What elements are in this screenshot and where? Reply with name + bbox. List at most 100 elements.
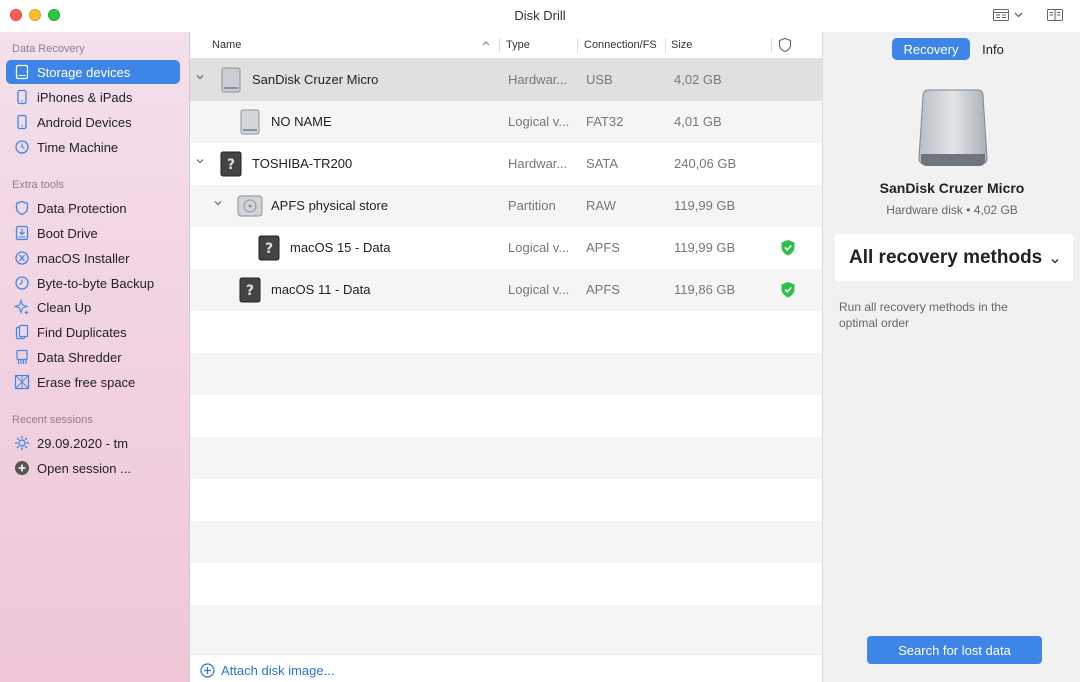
sidebar-item-label: Data Shredder (37, 349, 122, 365)
row-type: Hardwar... (508, 72, 568, 87)
protected-shield-icon (780, 281, 796, 302)
row-conn: USB (586, 72, 613, 87)
sidebar-item-android-devices[interactable]: Android Devices (6, 110, 180, 134)
row-size: 119,99 GB (674, 240, 736, 255)
selected-disk-name: SanDisk Cruzer Micro (879, 180, 1025, 196)
empty-row (190, 521, 822, 563)
protection-column-icon[interactable] (778, 37, 792, 56)
row-name: TOSHIBA-TR200 (252, 156, 353, 171)
sidebar-item-label: Data Protection (37, 200, 127, 216)
sidebar-item-storage-devices[interactable]: Storage devices (6, 60, 180, 84)
footer-divider (190, 654, 822, 655)
table-row[interactable]: ? macOS 11 - Data Logical v... APFS 119,… (190, 269, 822, 311)
sparkle-icon (14, 299, 30, 315)
sidebar-item-label: Time Machine (37, 139, 119, 155)
row-name: macOS 11 - Data (271, 282, 371, 297)
sidebar-item-find-duplicates[interactable]: Find Duplicates (6, 320, 180, 344)
empty-row (190, 437, 822, 479)
title-bar: Disk Drill (0, 0, 1080, 32)
section-data-recovery: Data Recovery (12, 43, 85, 55)
column-size[interactable]: Size (671, 39, 692, 51)
sidebar-item-label: Open session ... (37, 460, 131, 476)
details-panel: Recovery Info SanDisk Cruzer Micro Hardw… (822, 32, 1080, 682)
view-options-icon[interactable] (992, 7, 1026, 26)
row-conn: FAT32 (586, 114, 624, 129)
sidebar-item-data-protection[interactable]: Data Protection (6, 196, 180, 220)
table-row[interactable]: SanDisk Cruzer Micro Hardwar... USB 4,02… (190, 59, 822, 101)
unknown-disk-icon: ? (238, 276, 262, 307)
gear-icon (14, 435, 30, 451)
empty-row (190, 563, 822, 605)
recovery-method-select[interactable]: All recovery methods (835, 234, 1073, 281)
phone-icon (14, 114, 30, 130)
column-separator[interactable] (577, 38, 578, 53)
chevron-down-icon[interactable] (212, 197, 224, 209)
row-conn: RAW (586, 198, 616, 213)
row-size: 4,02 GB (674, 72, 722, 87)
recovery-method-value: All recovery methods (849, 246, 1043, 268)
empty-row (190, 353, 822, 395)
column-type[interactable]: Type (506, 39, 530, 51)
sidebar-item-iphones-ipads[interactable]: iPhones & iPads (6, 85, 180, 109)
unknown-disk-icon: ? (257, 234, 281, 265)
sidebar-item-byte-backup[interactable]: Byte-to-byte Backup (6, 271, 180, 295)
svg-text:?: ? (227, 157, 235, 173)
column-separator[interactable] (771, 38, 772, 53)
row-type: Logical v... (508, 282, 570, 297)
column-separator[interactable] (665, 38, 666, 53)
shield-icon (14, 200, 30, 216)
sidebar-item-time-machine[interactable]: Time Machine (6, 135, 180, 159)
sidebar-item-label: Clean Up (37, 299, 92, 315)
sidebar-item-label: macOS Installer (37, 250, 130, 266)
table-row[interactable]: NO NAME Logical v... FAT32 4,01 GB (190, 101, 822, 143)
sidebar-item-data-shredder[interactable]: Data Shredder (6, 345, 180, 369)
phone-icon (14, 89, 30, 105)
table-row[interactable]: APFS physical store Partition RAW 119,99… (190, 185, 822, 227)
sidebar-item-erase-free-space[interactable]: Erase free space (6, 370, 180, 394)
column-name[interactable]: Name (212, 39, 241, 51)
volume-icon (238, 108, 262, 139)
column-separator[interactable] (499, 38, 500, 53)
hard-drive-icon (237, 192, 263, 223)
row-name: macOS 15 - Data (290, 240, 391, 255)
grid-icon (14, 374, 30, 390)
usb-drive-icon (915, 88, 991, 175)
sidebar-item-session[interactable]: 29.09.2020 - tm (6, 431, 180, 455)
sidebar-item-label: Storage devices (37, 64, 131, 80)
sidebar-toggle-icon[interactable] (1046, 7, 1064, 26)
row-name: SanDisk Cruzer Micro (252, 72, 379, 87)
unknown-disk-icon: ? (219, 150, 243, 181)
column-connection[interactable]: Connection/FS (584, 39, 657, 51)
sidebar-item-label: Find Duplicates (37, 324, 127, 340)
sidebar-item-boot-drive[interactable]: Boot Drive (6, 221, 180, 245)
row-conn: APFS (586, 282, 620, 297)
selected-disk-info: Hardware disk • 4,02 GB (886, 203, 1018, 217)
attach-disk-image-link[interactable]: Attach disk image... (200, 663, 334, 678)
tab-recovery[interactable]: Recovery (892, 38, 970, 60)
sort-chevron-icon[interactable] (481, 38, 491, 51)
search-for-lost-data-button[interactable]: Search for lost data (867, 636, 1042, 664)
empty-row (190, 395, 822, 437)
tab-info[interactable]: Info (973, 38, 1013, 60)
clock-icon (14, 139, 30, 155)
empty-row (190, 311, 822, 353)
row-size: 4,01 GB (674, 114, 722, 129)
sidebar-item-label: 29.09.2020 - tm (37, 435, 129, 451)
plus-circle-icon (14, 460, 30, 476)
row-type: Partition (508, 198, 556, 213)
chevron-down-icon[interactable] (194, 71, 206, 83)
sidebar-item-label: Byte-to-byte Backup (37, 275, 155, 291)
drive-icon (14, 64, 30, 80)
sidebar-item-open-session[interactable]: Open session ... (6, 456, 180, 480)
device-list: Name Type Connection/FS Size SanDisk Cru… (190, 32, 822, 682)
table-row[interactable]: ? macOS 15 - Data Logical v... APFS 119,… (190, 227, 822, 269)
clock-icon (14, 275, 30, 291)
window-title: Disk Drill (514, 8, 566, 23)
sidebar-item-macos-installer[interactable]: macOS Installer (6, 246, 180, 270)
table-row[interactable]: ? TOSHIBA-TR200 Hardwar... SATA 240,06 G… (190, 143, 822, 185)
sidebar-item-clean-up[interactable]: Clean Up (6, 295, 180, 319)
chevron-down-icon[interactable] (194, 155, 206, 167)
download-icon (14, 225, 30, 241)
row-size: 240,06 GB (674, 156, 737, 171)
sidebar-item-label: Boot Drive (37, 225, 98, 241)
